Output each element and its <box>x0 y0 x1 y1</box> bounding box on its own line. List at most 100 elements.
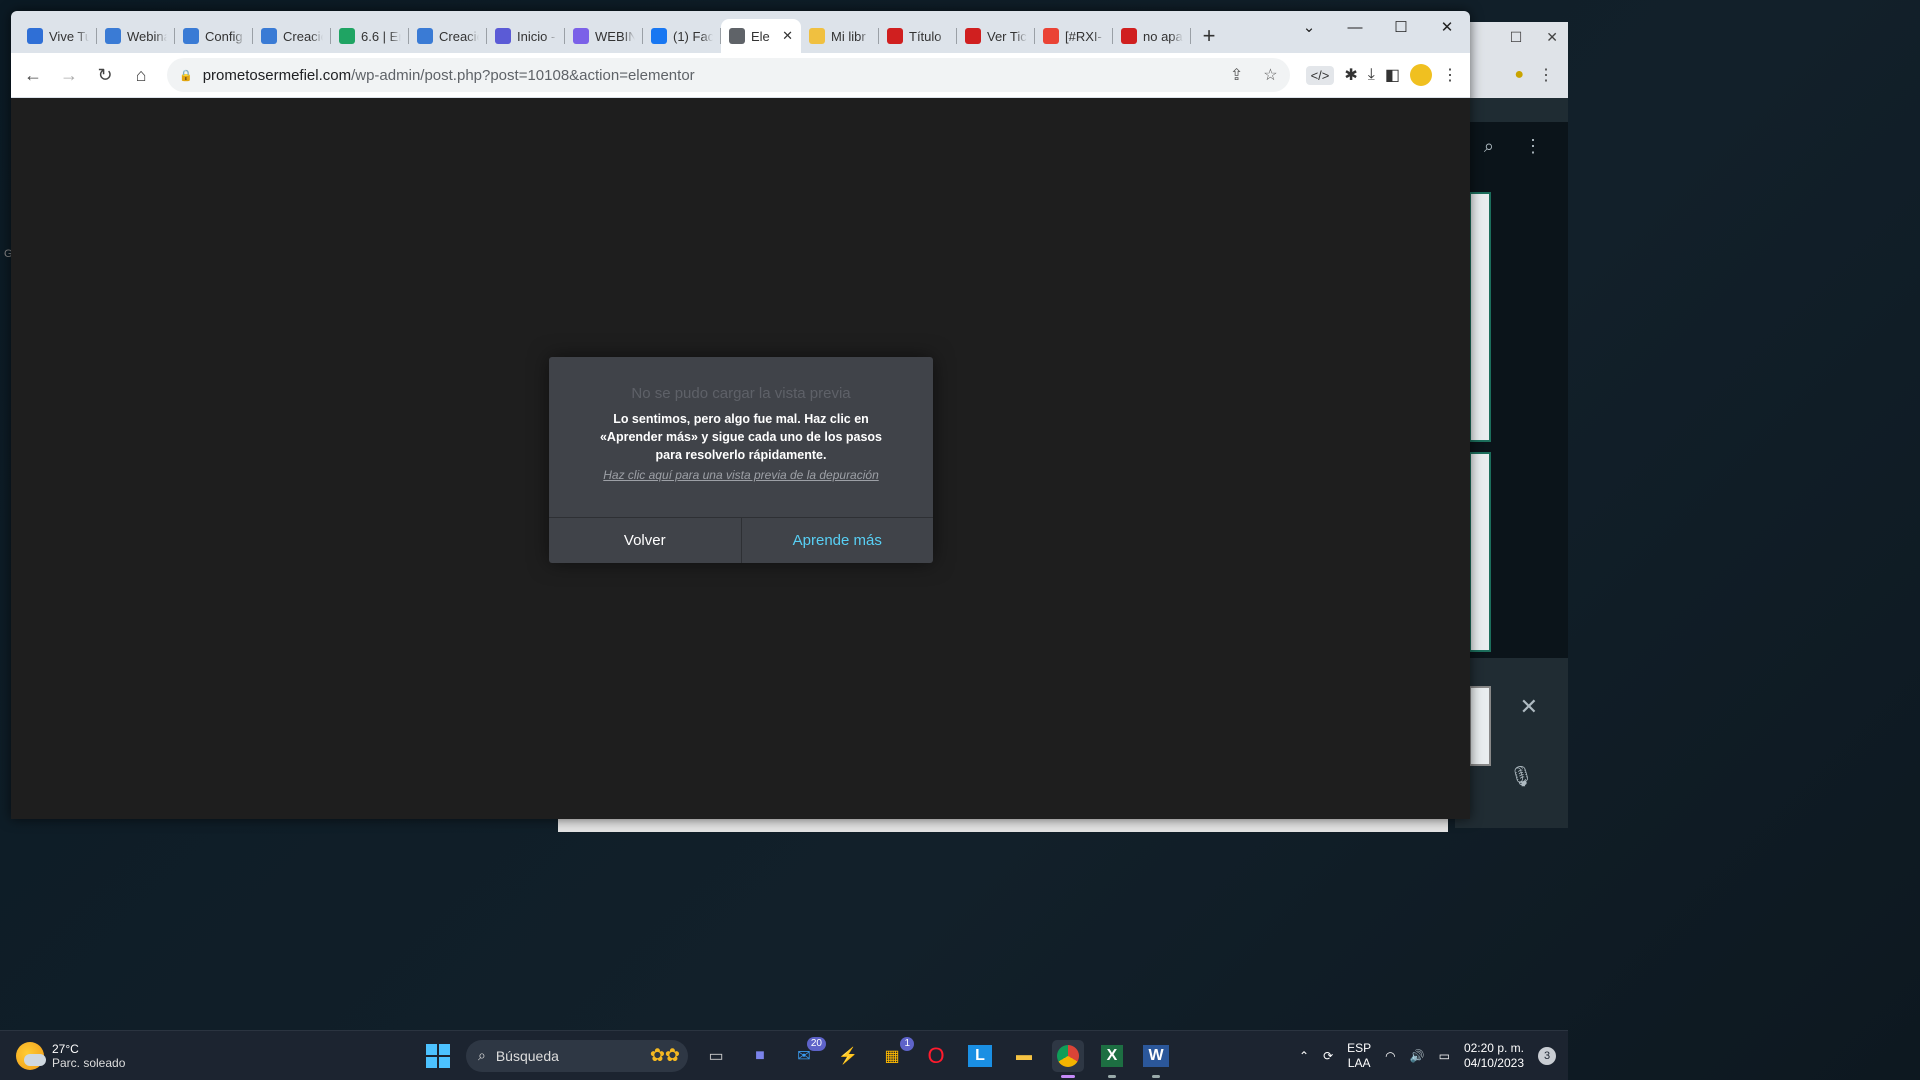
browser-tab[interactable]: WEBIN <box>565 19 643 53</box>
browser-window: Vive Tu Webina Config Creació 6.6 | Er Creaci… <box>11 11 1470 819</box>
tab-title: Config <box>205 28 243 44</box>
sync-icon[interactable]: ⟳ <box>1323 1049 1333 1063</box>
volume-icon[interactable]: 🔊 <box>1410 1049 1425 1063</box>
video-call-icon[interactable]: ■ <box>744 1040 776 1072</box>
tab-search-icon[interactable]: ⌄ <box>1286 11 1332 43</box>
lock-icon[interactable]: 🔒 <box>179 69 193 82</box>
close-tab-icon[interactable]: ✕ <box>782 28 793 44</box>
attachment-preview[interactable] <box>1469 686 1491 766</box>
l-app-icon[interactable]: L <box>964 1040 996 1072</box>
mastodon-icon <box>573 28 589 44</box>
tab-title: Inicio - <box>517 28 556 44</box>
chat-footer: ✕ 🎙 <box>1455 658 1568 828</box>
language-indicator[interactable]: ESP LAA <box>1347 1041 1371 1071</box>
tab-title: Ele <box>751 28 770 44</box>
cfy-icon <box>261 28 277 44</box>
weather-icon <box>16 1041 46 1070</box>
forward-icon[interactable]: → <box>53 59 85 91</box>
extension-icon[interactable]: ● <box>1514 66 1524 84</box>
url-domain: prometosermefiel.com <box>202 66 352 84</box>
app-icon[interactable]: ⚡ <box>832 1040 864 1072</box>
search-icon[interactable]: ⌕ <box>1484 136 1494 157</box>
close-window-icon[interactable]: ✕ <box>1424 11 1470 43</box>
store-badge: 1 <box>900 1036 914 1051</box>
notification-badge[interactable]: 3 <box>1538 1046 1556 1065</box>
excel-icon[interactable]: X <box>1096 1040 1128 1078</box>
learn-more-button[interactable]: Aprende más <box>742 518 934 563</box>
browser-tab[interactable]: Vive Tu <box>19 19 97 53</box>
profile-avatar-icon[interactable] <box>1410 64 1432 86</box>
browser-tab[interactable]: 6.6 | Er <box>331 19 409 53</box>
background-window[interactable]: ☐ ✕ ● ⋮ ⌕ ⋮ ✕ 🎙 <box>1455 22 1568 828</box>
file-explorer-icon[interactable]: ▬ <box>1008 1040 1040 1072</box>
battery-icon[interactable]: ▭ <box>1439 1049 1450 1063</box>
url-text[interactable]: prometosermefiel.com/wp-admin/post.php?p… <box>203 67 1210 84</box>
w-icon <box>887 28 903 44</box>
browser-tab[interactable]: Título <box>879 19 957 53</box>
tab-title: Creació <box>283 28 323 44</box>
chevron-up-icon[interactable]: ⌃ <box>1299 1049 1309 1063</box>
date: 04/10/2023 <box>1463 1055 1524 1070</box>
system-tray: ⌃ ⟳ ESP LAA ◠ 🔊 ▭ 02:20 p. m. 04/10/2023 3 <box>1299 1041 1568 1071</box>
document-thumbnail[interactable] <box>1469 452 1491 652</box>
tab-title: 6.6 | Er <box>361 28 401 44</box>
puzzle-extensions-icon[interactable]: ✱ <box>1344 65 1357 85</box>
task-view-icon[interactable]: ▭ <box>700 1040 732 1072</box>
browser-tab[interactable]: Config <box>175 19 253 53</box>
download-icon[interactable]: ⤓ <box>1368 66 1375 84</box>
bookmark-star-icon[interactable]: ☆ <box>1263 65 1277 85</box>
lang-primary: ESP <box>1347 1040 1372 1055</box>
home-icon[interactable]: ⌂ <box>125 59 157 91</box>
share-icon[interactable]: ⇪ <box>1230 65 1243 85</box>
browser-tab[interactable]: (1) Fac <box>643 19 721 53</box>
taskbar-search[interactable]: ⌕ Búsqueda ✿✿ <box>466 1039 688 1072</box>
loading-icon <box>809 28 825 44</box>
new-tab-button[interactable]: + <box>1191 19 1227 53</box>
tab-title: WEBIN <box>595 28 635 44</box>
tab-title: [#RXI- <box>1065 28 1102 44</box>
tab-title: Webina <box>127 28 167 44</box>
opera-icon[interactable]: O <box>920 1040 952 1072</box>
maximize-icon[interactable]: ☐ <box>1378 11 1424 43</box>
menu-dots-icon[interactable]: ⋮ <box>1442 65 1458 85</box>
reload-icon[interactable]: ↻ <box>89 59 121 91</box>
devtools-extension-icon[interactable]: </> <box>1305 65 1335 85</box>
back-icon[interactable]: ← <box>17 59 49 91</box>
debug-preview-link[interactable]: Haz clic aquí para una vista previa de l… <box>549 468 933 482</box>
wifi-icon[interactable]: ◠ <box>1385 1049 1395 1063</box>
close-icon[interactable]: ✕ <box>1520 694 1538 720</box>
browser-tab[interactable]: [#RXI- <box>1035 19 1113 53</box>
microphone-icon[interactable]: 🎙 <box>1509 764 1534 789</box>
browser-tab[interactable]: Ele ✕ <box>721 19 801 53</box>
chrome-icon[interactable] <box>1052 1039 1084 1078</box>
back-button[interactable]: Volver <box>549 518 742 563</box>
k-icon <box>27 28 43 44</box>
browser-tab[interactable]: Mi libr <box>801 19 879 53</box>
page-viewport: No se pudo cargar la vista previa Lo sen… <box>11 98 1470 819</box>
menu-dots-icon[interactable]: ⋮ <box>1538 65 1554 85</box>
search-label: Búsqueda <box>495 1047 559 1064</box>
browser-tab[interactable]: Creació <box>409 19 487 53</box>
document-thumbnail[interactable] <box>1469 192 1491 442</box>
minimize-icon[interactable]: — <box>1332 11 1378 43</box>
weather-widget[interactable]: 27°C Parc. soleado <box>16 1041 396 1070</box>
address-bar[interactable]: 🔒 prometosermefiel.com/wp-admin/post.php… <box>167 58 1290 92</box>
browser-tab[interactable]: Creació <box>253 19 331 53</box>
time: 02:20 p. m. <box>1463 1040 1524 1055</box>
side-panel-icon[interactable]: ◧ <box>1385 65 1400 85</box>
store-icon[interactable]: ▦ 1 <box>876 1036 914 1072</box>
mail-icon[interactable]: ✉ 20 <box>788 1036 826 1072</box>
url-path: /wp-admin/post.php?post=10108&action=ele… <box>351 66 695 84</box>
browser-tab[interactable]: Webina <box>97 19 175 53</box>
start-button[interactable] <box>422 1040 454 1072</box>
browser-tab[interactable]: Inicio - <box>487 19 565 53</box>
menu-dots-icon[interactable]: ⋮ <box>1524 136 1542 157</box>
clock[interactable]: 02:20 p. m. 04/10/2023 <box>1464 1041 1524 1071</box>
dialog-title: No se pudo cargar la vista previa <box>631 385 851 402</box>
mail-badge: 20 <box>806 1036 826 1051</box>
browser-tab[interactable]: no apa <box>1113 19 1191 53</box>
close-icon[interactable]: ✕ <box>1546 29 1558 46</box>
word-icon[interactable]: W <box>1140 1040 1172 1078</box>
browser-tab[interactable]: Ver Tic <box>957 19 1035 53</box>
maximize-icon[interactable]: ☐ <box>1510 29 1523 46</box>
